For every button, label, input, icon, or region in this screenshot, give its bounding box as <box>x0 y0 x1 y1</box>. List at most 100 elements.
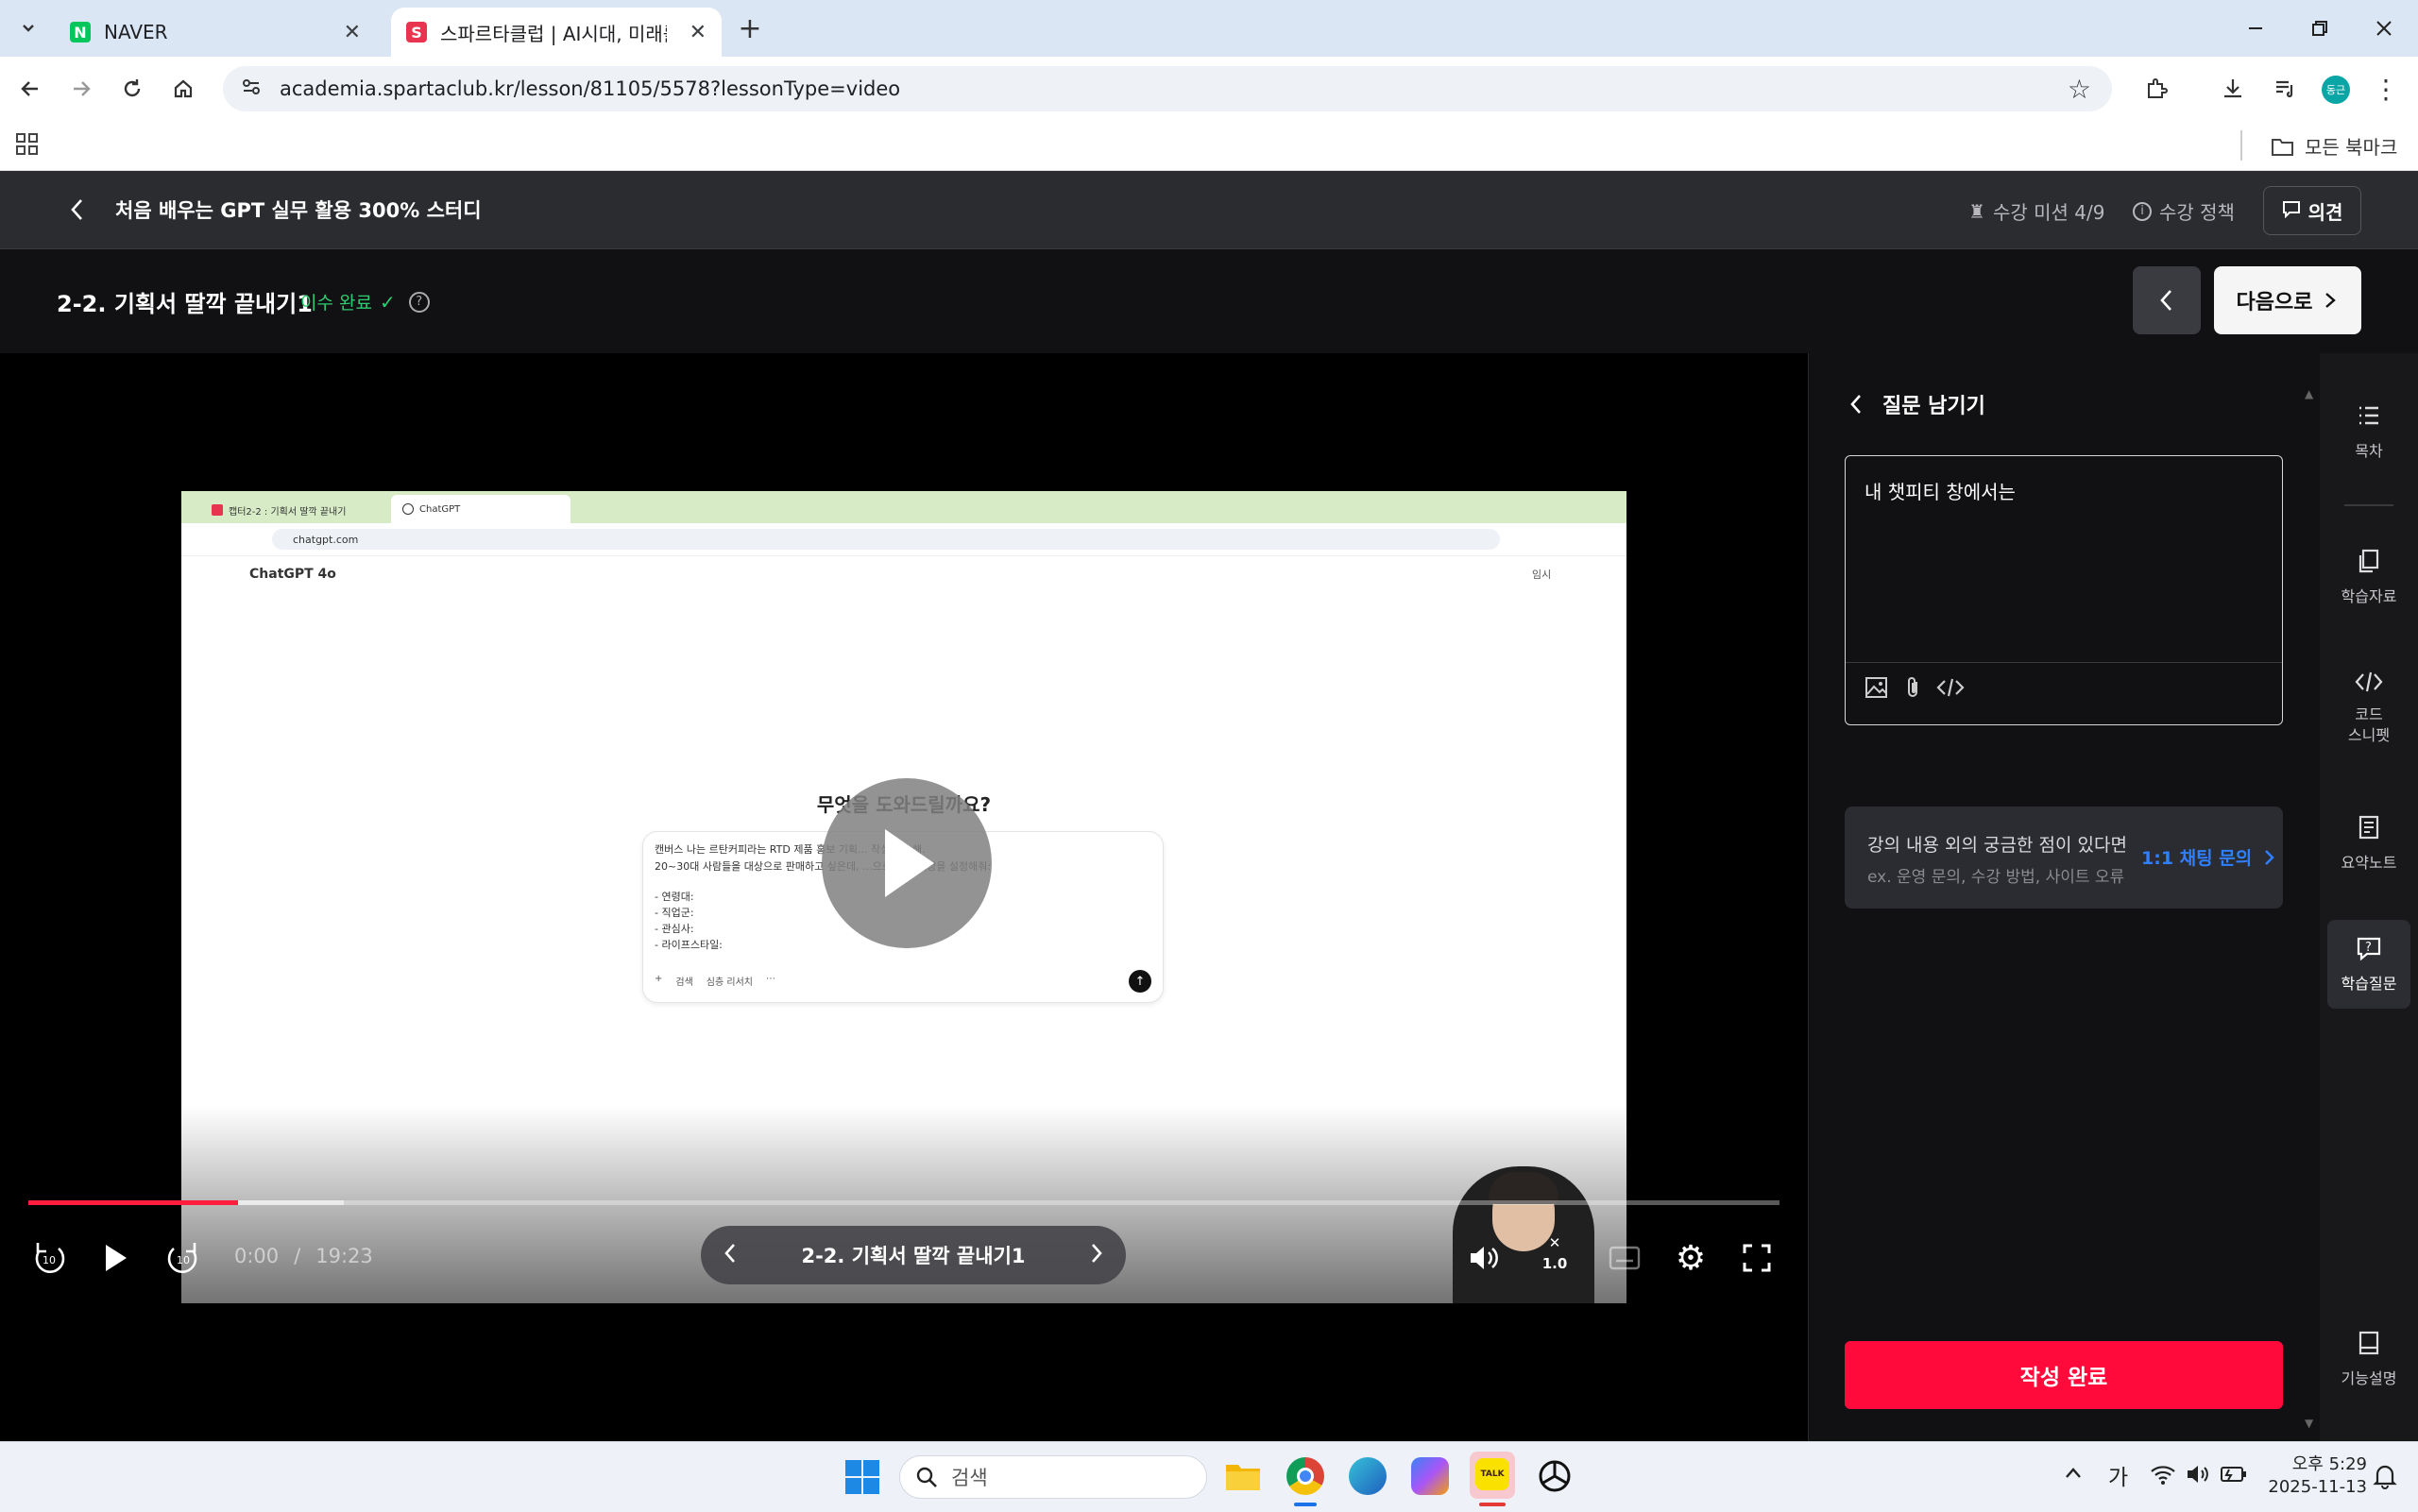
edge-icon[interactable] <box>1349 1457 1387 1495</box>
tray-chevron-up-icon[interactable] <box>2063 1463 2084 1487</box>
clock[interactable]: 오후 5:29 2025-11-13 <box>2263 1453 2367 1499</box>
new-tab-plus-icon[interactable]: + <box>731 9 769 47</box>
inner-send-icon: ↑ <box>1129 970 1151 993</box>
window-close-icon[interactable] <box>2365 9 2403 47</box>
more-menu-icon[interactable]: ⋮ <box>2367 70 2405 108</box>
question-panel-title: 질문 남기기 <box>1882 395 1985 418</box>
help-icon[interactable]: ? <box>408 291 430 313</box>
sidebar-item-label: 학습자료 <box>2341 587 2397 605</box>
sidebar-item-label: 요약노트 <box>2341 854 2397 872</box>
ime-indicator[interactable]: 가 <box>2108 1459 2128 1491</box>
forward-arrow-icon[interactable] <box>62 70 100 108</box>
sidebar-item-materials[interactable]: 학습자료 <box>2329 548 2409 606</box>
wifi-icon[interactable] <box>2150 1463 2176 1489</box>
policy-label: 수강 정책 <box>2159 201 2235 224</box>
lesson-bar: 2-2. 기획서 딸깍 끝내기1 이수 완료 ✓ ? 다음으로 <box>0 249 2418 354</box>
sidebar-item-toc[interactable]: 목차 <box>2329 402 2409 461</box>
back-arrow-icon[interactable] <box>11 70 49 108</box>
duration: 19:23 <box>315 1245 373 1267</box>
kakaotalk-icon-highlight[interactable]: TALK <box>1470 1452 1515 1499</box>
progress-track[interactable] <box>28 1200 1779 1205</box>
next-lesson-button[interactable]: 다음으로 <box>2214 266 2361 334</box>
scroll-down-icon[interactable]: ▼ <box>2305 1417 2318 1432</box>
mission-progress[interactable]: ♜ 수강 미션 4/9 <box>1968 197 2104 225</box>
sidebar-item-snippets[interactable]: 코드 스니펫 <box>2329 669 2409 746</box>
sidebar-item-guide[interactable]: 기능설명 <box>2329 1330 2409 1388</box>
spartaclub-favicon-icon: S <box>406 22 427 42</box>
code-icon[interactable] <box>1936 675 1965 704</box>
chrome-icon[interactable] <box>1286 1457 1324 1495</box>
settings-gear-icon[interactable]: ⚙ <box>1670 1237 1711 1279</box>
scroll-up-icon[interactable]: ▲ <box>2305 387 2318 402</box>
battery-icon[interactable] <box>2220 1465 2248 1487</box>
extensions-icon[interactable] <box>2138 70 2176 108</box>
all-bookmarks-label: 모든 북마크 <box>2305 136 2398 159</box>
folder-icon <box>2272 138 2293 156</box>
restore-icon[interactable] <box>2301 9 2339 47</box>
reload-icon[interactable] <box>113 70 151 108</box>
windows-start-icon[interactable] <box>844 1459 880 1499</box>
download-icon[interactable] <box>2214 70 2252 108</box>
copilot-icon[interactable] <box>1411 1457 1449 1495</box>
previous-lesson-button[interactable] <box>2133 266 2201 334</box>
chapter-prev-icon[interactable] <box>722 1242 739 1268</box>
feedback-button[interactable]: 의견 <box>2263 186 2361 235</box>
question-editor[interactable]: 내 챗피티 창에서는 <box>1845 455 2283 725</box>
apps-grid-icon[interactable] <box>15 132 40 161</box>
minimize-icon[interactable] <box>2237 9 2274 47</box>
play-button[interactable] <box>94 1237 136 1279</box>
sidebar-divider <box>2344 504 2393 506</box>
question-panel-header[interactable]: 질문 남기기 <box>1847 389 1985 419</box>
back-chevron-icon[interactable] <box>66 197 89 226</box>
home-icon[interactable] <box>164 70 202 108</box>
naver-favicon-icon: N <box>70 22 91 42</box>
volume-button[interactable] <box>1464 1237 1506 1279</box>
chapter-next-icon[interactable] <box>1088 1242 1105 1268</box>
tab-search-chevron-icon[interactable] <box>9 9 47 47</box>
tab-spartaclub[interactable]: S 스파르타클럽 | AI시대, 미래를 ✕ <box>391 8 722 57</box>
sidebar-item-summary[interactable]: 요약노트 <box>2329 814 2409 873</box>
tab-naver[interactable]: N NAVER ✕ <box>55 8 376 57</box>
trophy-icon: ♜ <box>1968 199 1985 223</box>
close-icon[interactable]: ✕ <box>690 21 707 44</box>
media-control-icon[interactable] <box>2267 70 2305 108</box>
chat-inquiry-link[interactable]: 1:1 채팅 문의 <box>2141 844 2276 870</box>
speaker-icon[interactable] <box>2186 1463 2212 1489</box>
sidebar-item-questions[interactable]: ? 학습질문 <box>2327 920 2410 1009</box>
play-icon <box>885 829 934 897</box>
svg-text:?: ? <box>2365 941 2372 955</box>
next-label: 다음으로 <box>2236 291 2313 314</box>
question-input[interactable]: 내 챗피티 창에서는 <box>1865 477 2016 504</box>
forward-10-button[interactable]: 10 <box>162 1237 204 1279</box>
big-play-button[interactable] <box>822 778 992 948</box>
instructor-hair <box>1489 1172 1558 1204</box>
playback-speed-button[interactable]: ✕ 1.0 <box>1536 1235 1574 1277</box>
chatgpt-favicon-icon <box>402 503 414 515</box>
taskbar-search[interactable]: 검색 <box>899 1455 1207 1499</box>
policy-link[interactable]: i 수강 정책 <box>2133 197 2235 225</box>
notification-bell-icon[interactable] <box>2373 1463 2397 1493</box>
fullscreen-button[interactable] <box>1736 1237 1778 1279</box>
file-explorer-icon[interactable] <box>1224 1459 1262 1493</box>
profile-avatar[interactable]: 동근 <box>2322 76 2350 104</box>
close-icon[interactable]: ✕ <box>344 21 361 44</box>
site-info-icon[interactable] <box>240 76 263 103</box>
bookmark-star-icon[interactable]: ☆ <box>2068 74 2091 105</box>
image-icon[interactable] <box>1865 675 1889 704</box>
subtitles-button[interactable] <box>1604 1237 1645 1279</box>
address-bar[interactable]: academia.spartaclub.kr/lesson/81105/5578… <box>223 66 2112 111</box>
chatgpt-icon[interactable] <box>1536 1457 1574 1495</box>
inner-list-item: - 관심사: <box>655 923 694 935</box>
list-icon <box>2359 406 2378 425</box>
submit-button[interactable]: 작성 완료 <box>1845 1341 2283 1409</box>
sidebar-item-label: 목차 <box>2355 442 2383 460</box>
all-bookmarks[interactable]: 모든 북마크 <box>2271 132 2397 160</box>
mission-label: 수강 미션 4/9 <box>1992 201 2105 224</box>
inner-model-label: ChatGPT 4o <box>249 567 336 582</box>
spartaclub-favicon-icon <box>212 504 223 516</box>
tab-title: 스파르타클럽 | AI시대, 미래를 <box>440 22 667 45</box>
attachment-icon[interactable] <box>1902 675 1923 704</box>
tab-title: NAVER <box>104 21 168 43</box>
rewind-10-button[interactable]: 10 <box>28 1237 70 1279</box>
bookmarks-bar: 모든 북마크 <box>0 121 2418 171</box>
